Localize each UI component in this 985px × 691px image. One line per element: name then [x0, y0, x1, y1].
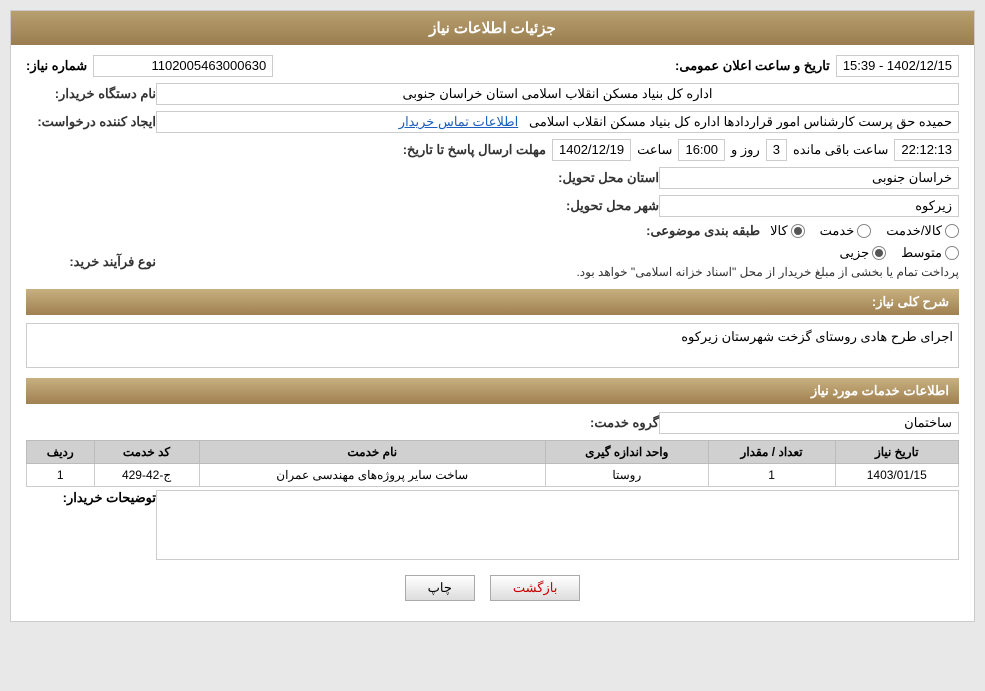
- grohe-value: ساختمان: [659, 412, 959, 434]
- tabaqe-khedmat-radio[interactable]: [857, 224, 871, 238]
- grohe-label: گروه خدمت:: [529, 415, 659, 431]
- print-button[interactable]: چاپ: [405, 575, 475, 601]
- cell-code: ج-42-429: [94, 464, 199, 487]
- baqi-label: ساعت باقی مانده: [793, 142, 888, 158]
- tozihat-row: توضیحات خریدار:: [26, 487, 959, 560]
- col-code: کد خدمت: [94, 441, 199, 464]
- nav-jozi-label: جزیی: [839, 245, 869, 261]
- nav-jozi-item: جزیی: [839, 245, 886, 261]
- sharh-box-wrapper: document.querySelector('[data-name="shar…: [26, 323, 959, 368]
- nav-jozi-radio[interactable]: [872, 246, 886, 260]
- tabaqe-khedmat-label: خدمت: [820, 223, 855, 239]
- table-row: 1403/01/15 1 روستا ساخت سایر پروژه‌های م…: [27, 464, 959, 487]
- table-header-row: تاریخ نیاز تعداد / مقدار واحد اندازه گیر…: [27, 441, 959, 464]
- shomare-label: شماره نیاز:: [26, 58, 87, 74]
- tabaqe-kala-radio[interactable]: [791, 224, 805, 238]
- sharh-value-display: اجرای طرح هادی روستای گزخت شهرستان زیرکو…: [26, 323, 959, 368]
- top-info-row: 1402/12/15 - 15:39 تاریخ و ساعت اعلان عم…: [26, 55, 959, 77]
- col-count: تعداد / مقدار: [708, 441, 835, 464]
- tarikh-group: 1402/12/15 - 15:39 تاریخ و ساعت اعلان عم…: [675, 55, 959, 77]
- shahr-label: شهر محل تحویل:: [529, 198, 659, 214]
- tabaqe-group: کالا/خدمت خدمت کالا: [770, 223, 959, 239]
- namdastgah-row: اداره کل بنیاد مسکن انقلاب اسلامی استان …: [26, 83, 959, 105]
- ijad-value: حمیده حق پرست کارشناس امور قراردادها ادا…: [156, 111, 959, 133]
- card-body: 1402/12/15 - 15:39 تاریخ و ساعت اعلان عم…: [11, 45, 974, 621]
- ostan-row: خراسان جنوبی استان محل تحویل:: [26, 167, 959, 189]
- nav-label: نوع فرآیند خرید:: [26, 254, 156, 270]
- nav-note: پرداخت تمام یا بخشی از مبلغ خریدار از مح…: [166, 265, 959, 279]
- cell-unit: روستا: [545, 464, 708, 487]
- page-title: جزئیات اطلاعات نیاز: [429, 20, 556, 37]
- main-card: جزئیات اطلاعات نیاز 1402/12/15 - 15:39 ت…: [10, 10, 975, 622]
- shomare-value: 1102005463000630: [93, 55, 273, 77]
- mohlat-label: مهلت ارسال پاسخ تا تاریخ:: [395, 142, 546, 158]
- mohlat-row: 22:12:13 ساعت باقی مانده 3 روز و 16:00 س…: [26, 139, 959, 161]
- baqi-value: 22:12:13: [894, 139, 959, 161]
- shahr-value: زیرکوه: [659, 195, 959, 217]
- btn-row: بازگشت چاپ: [26, 575, 959, 601]
- cell-date: 1403/01/15: [835, 464, 959, 487]
- nav-row: متوسط جزیی پرداخت تمام یا بخشی از مبلغ خ…: [26, 245, 959, 279]
- tozihat-box: [156, 490, 959, 560]
- contact-link[interactable]: اطلاعات تماس خریدار: [399, 114, 518, 129]
- ostan-value: خراسان جنوبی: [659, 167, 959, 189]
- mohlat-date-value: 1402/12/19: [552, 139, 631, 161]
- nav-group: متوسط جزیی: [166, 245, 959, 261]
- cell-name: ساخت سایر پروژه‌های مهندسی عمران: [199, 464, 545, 487]
- tabaqe-kala-label: کالا: [770, 223, 788, 239]
- tarikh-label: تاریخ و ساعت اعلان عمومی:: [675, 58, 830, 74]
- tabaqe-kala-khedmat-item: کالا/خدمت: [886, 223, 959, 239]
- services-section-title: اطلاعات خدمات مورد نیاز: [26, 378, 959, 404]
- tozihat-label: توضیحات خریدار:: [26, 487, 156, 506]
- nav-group-wrapper: متوسط جزیی پرداخت تمام یا بخشی از مبلغ خ…: [166, 245, 959, 279]
- col-unit: واحد اندازه گیری: [545, 441, 708, 464]
- services-table: تاریخ نیاز تعداد / مقدار واحد اندازه گیر…: [26, 440, 959, 487]
- nav-mottasat-label: متوسط: [901, 245, 942, 261]
- col-date: تاریخ نیاز: [835, 441, 959, 464]
- col-name: نام خدمت: [199, 441, 545, 464]
- sharh-section-title: شرح کلی نیاز:: [26, 289, 959, 315]
- shahr-row: زیرکوه شهر محل تحویل:: [26, 195, 959, 217]
- tabaqe-khedmat-item: خدمت: [820, 223, 872, 239]
- tarikh-value: 1402/12/15 - 15:39: [836, 55, 959, 77]
- card-header: جزئیات اطلاعات نیاز: [11, 11, 974, 45]
- shomare-group: 1102005463000630 شماره نیاز:: [26, 55, 273, 77]
- tabaqe-kala-item: کالا: [770, 223, 805, 239]
- tabaqe-row: کالا/خدمت خدمت کالا طبقه بندی موضوعی:: [26, 223, 959, 239]
- back-button[interactable]: بازگشت: [490, 575, 580, 601]
- table-head: تاریخ نیاز تعداد / مقدار واحد اندازه گیر…: [27, 441, 959, 464]
- namdastgah-value: اداره کل بنیاد مسکن انقلاب اسلامی استان …: [156, 83, 959, 105]
- cell-radif: 1: [27, 464, 95, 487]
- saat-value: 16:00: [678, 139, 725, 161]
- page-wrapper: جزئیات اطلاعات نیاز 1402/12/15 - 15:39 ت…: [0, 0, 985, 691]
- ostan-label: استان محل تحویل:: [529, 170, 659, 186]
- table-body: 1403/01/15 1 روستا ساخت سایر پروژه‌های م…: [27, 464, 959, 487]
- tabaqe-label: طبقه بندی موضوعی:: [630, 223, 760, 239]
- nav-mottasat-radio[interactable]: [945, 246, 959, 260]
- saat-label: ساعت: [637, 142, 672, 158]
- col-radif: ردیف: [27, 441, 95, 464]
- cell-count: 1: [708, 464, 835, 487]
- nav-mottasat-item: متوسط: [901, 245, 959, 261]
- ijad-label: ایجاد کننده درخواست:: [26, 114, 156, 130]
- tabaqe-kala-khedmat-label: کالا/خدمت: [886, 223, 942, 239]
- ijad-row: حمیده حق پرست کارشناس امور قراردادها ادا…: [26, 111, 959, 133]
- roz-value: 3: [766, 139, 787, 161]
- tabaqe-kala-khedmat-radio[interactable]: [945, 224, 959, 238]
- roz-label: روز و: [731, 142, 760, 158]
- namdastgah-label: نام دستگاه خریدار:: [26, 86, 156, 102]
- grohe-row: ساختمان گروه خدمت:: [26, 412, 959, 434]
